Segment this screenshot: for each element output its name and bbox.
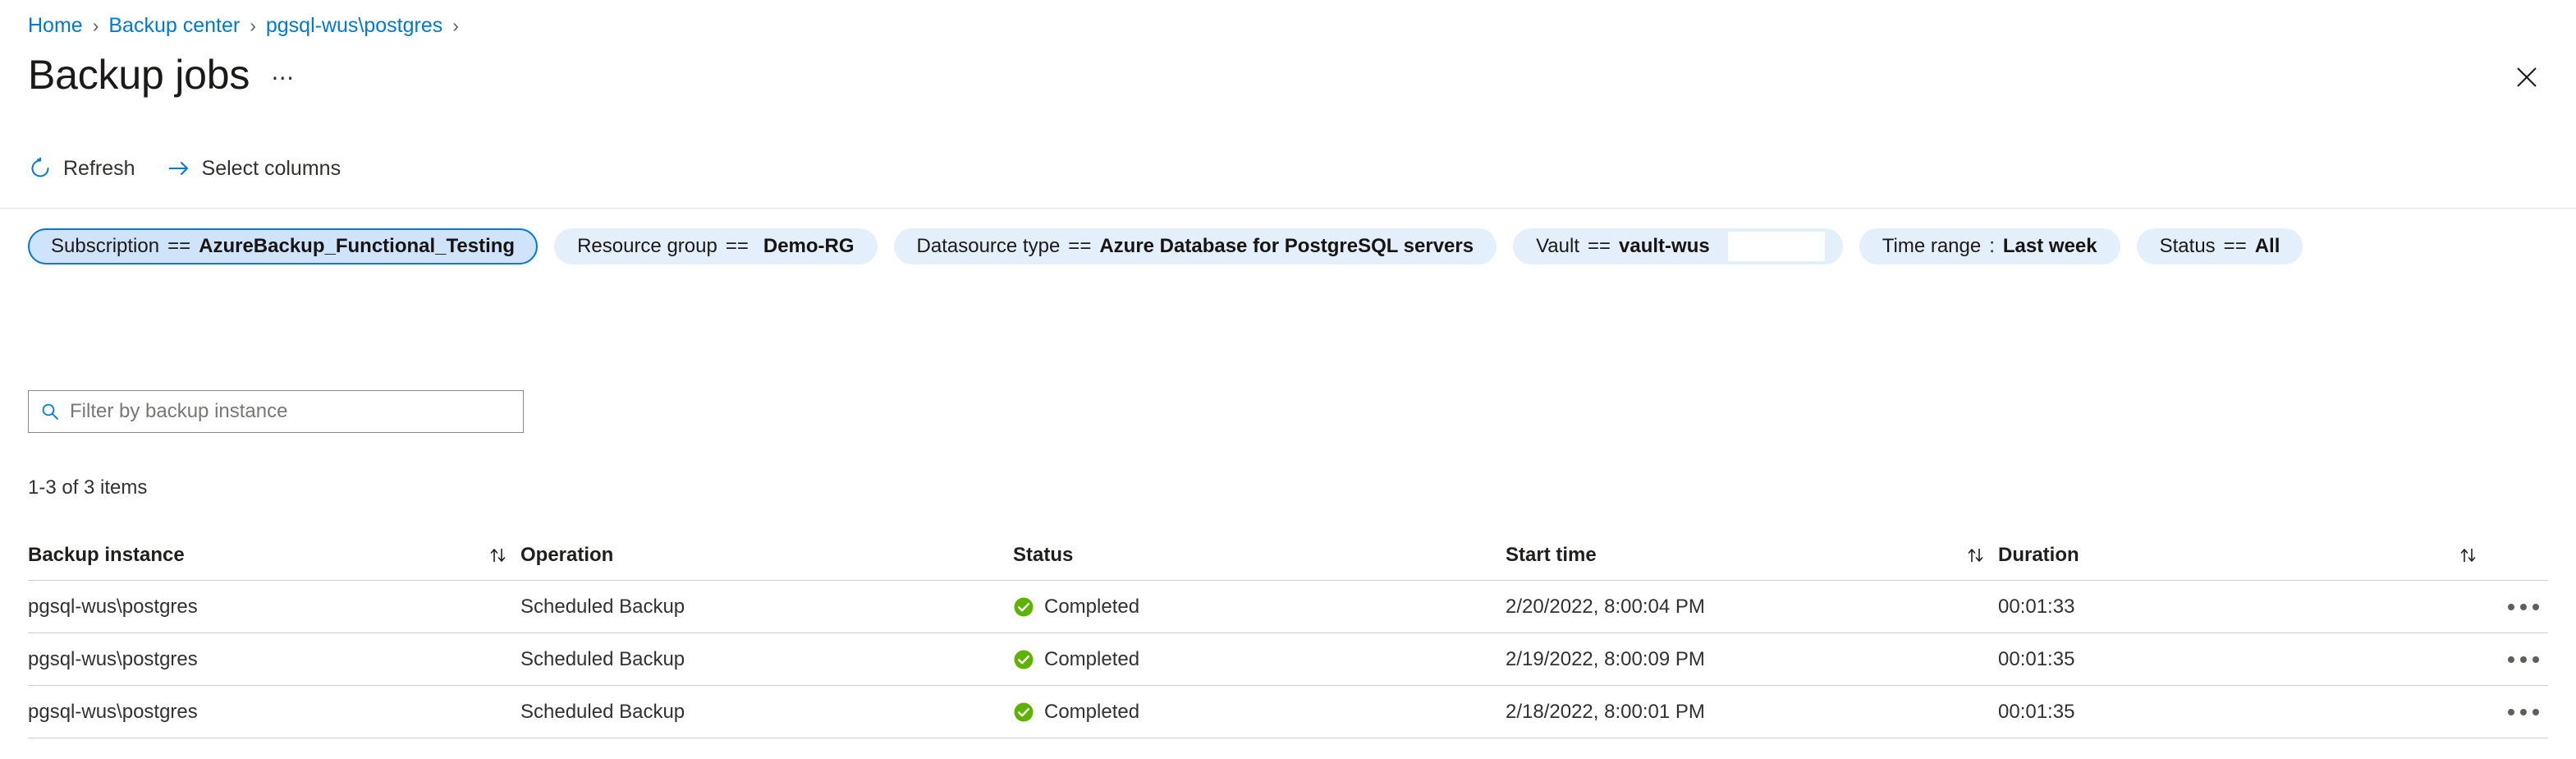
filter-pill-vault[interactable]: Vault == vault-wus [1513, 228, 1843, 264]
page-more-actions-icon[interactable]: ⋯ [271, 64, 296, 91]
cell-operation: Scheduled Backup [520, 595, 685, 618]
filter-key: Time range [1882, 235, 1982, 257]
arrow-right-icon [167, 156, 191, 181]
column-header-duration[interactable]: Duration [1998, 544, 2491, 567]
page-title: Backup jobs [28, 52, 250, 98]
more-actions-icon[interactable] [2499, 643, 2548, 676]
cell-duration: 00:01:35 [1998, 700, 2075, 723]
filter-pill-bar: Subscription == AzureBackup_Functional_T… [28, 228, 2548, 276]
filter-pill-status[interactable]: Status == All [2136, 228, 2303, 264]
refresh-button[interactable]: Refresh [28, 156, 135, 181]
close-button[interactable] [2500, 51, 2553, 104]
breadcrumb-separator: › [250, 15, 256, 36]
close-icon [2517, 67, 2537, 87]
backup-jobs-table: Backup instance Operation Status Start t… [28, 530, 2548, 738]
search-input[interactable] [70, 400, 511, 423]
sort-icon [1965, 545, 1987, 565]
filter-key: Status [2159, 235, 2216, 257]
cell-duration: 00:01:35 [1998, 647, 2075, 670]
search-icon [40, 402, 60, 421]
column-header-backup-instance[interactable]: Backup instance [28, 544, 520, 567]
filter-key: Subscription [51, 235, 160, 257]
redaction-overlay [1727, 232, 1825, 261]
breadcrumb: Home › Backup center › pgsql-wus\postgre… [28, 13, 469, 38]
refresh-label: Refresh [63, 157, 135, 180]
success-check-icon [1013, 596, 1034, 618]
column-label: Backup instance [28, 543, 185, 566]
command-bar-divider [0, 208, 2576, 209]
filter-operator: == [1068, 235, 1092, 257]
more-actions-icon[interactable] [2499, 591, 2548, 623]
filter-key: Datasource type [916, 235, 1061, 257]
column-header-start-time[interactable]: Start time [1506, 544, 1998, 567]
success-check-icon [1013, 702, 1034, 723]
cell-backup-instance: pgsql-wus\postgres [28, 595, 198, 618]
column-label: Start time [1506, 543, 1597, 566]
filter-operator: == [167, 235, 191, 257]
select-columns-label: Select columns [201, 157, 341, 180]
breadcrumb-item-pgsql-wus-postgres[interactable]: pgsql-wus\postgres [266, 13, 442, 38]
filter-pill-subscription[interactable]: Subscription == AzureBackup_Functional_T… [28, 228, 539, 264]
cell-operation: Scheduled Backup [520, 700, 685, 723]
filter-key: Resource group [577, 235, 717, 257]
status-label: Completed [1044, 595, 1140, 618]
filter-operator: : [1989, 235, 1995, 257]
filter-pill-datasource-type[interactable]: Datasource type == Azure Database for Po… [893, 228, 1497, 264]
filter-value: Last week [2002, 235, 2097, 257]
filter-value: All [2254, 235, 2280, 257]
select-columns-button[interactable]: Select columns [167, 156, 341, 181]
breadcrumb-item-home[interactable]: Home [28, 13, 83, 38]
filter-value: Demo-RG [763, 235, 855, 257]
cell-duration: 00:01:33 [1998, 595, 2075, 618]
cell-start-time: 2/19/2022, 8:00:09 PM [1506, 647, 1705, 670]
column-label: Duration [1998, 543, 2079, 566]
cell-backup-instance: pgsql-wus\postgres [28, 700, 198, 723]
cell-actions [2491, 643, 2548, 676]
status-label: Completed [1044, 647, 1140, 670]
column-header-operation[interactable]: Operation [520, 544, 1013, 567]
column-label: Operation [520, 543, 614, 566]
filter-pill-time-range[interactable]: Time range : Last week [1859, 228, 2120, 264]
search-box[interactable] [28, 390, 524, 433]
cell-actions [2491, 591, 2548, 623]
table-row[interactable]: pgsql-wus\postgres Scheduled Backup Comp… [28, 686, 2548, 738]
filter-operator: == [1588, 235, 1611, 257]
results-count: 1-3 of 3 items [28, 476, 148, 499]
table-row[interactable]: pgsql-wus\postgres Scheduled Backup Comp… [28, 581, 2548, 633]
sort-icon [2458, 545, 2479, 565]
cell-start-time: 2/18/2022, 8:00:01 PM [1506, 700, 1705, 723]
cell-status: Completed [1013, 701, 1506, 724]
cell-start-time: 2/20/2022, 8:00:04 PM [1506, 595, 1705, 618]
cell-backup-instance: pgsql-wus\postgres [28, 647, 198, 670]
filter-value: AzureBackup_Functional_Testing [199, 235, 516, 257]
filter-value: vault-wus [1619, 235, 1710, 257]
filter-operator: == [2223, 235, 2247, 257]
filter-pill-resource-group[interactable]: Resource group == Demo-RG [554, 228, 878, 264]
breadcrumb-separator: › [92, 15, 99, 36]
refresh-icon [28, 156, 53, 181]
command-bar: Refresh Select columns [28, 156, 341, 181]
column-header-status[interactable]: Status [1013, 544, 1506, 567]
column-label: Status [1013, 543, 1074, 566]
sort-icon [488, 545, 509, 565]
cell-actions [2491, 696, 2548, 729]
page-header: Backup jobs ⋯ [28, 51, 296, 99]
success-check-icon [1013, 649, 1034, 670]
breadcrumb-item-backup-center[interactable]: Backup center [108, 13, 240, 38]
table-row[interactable]: pgsql-wus\postgres Scheduled Backup Comp… [28, 633, 2548, 686]
filter-operator: == [725, 235, 749, 257]
more-actions-icon[interactable] [2499, 696, 2548, 729]
cell-status: Completed [1013, 596, 1506, 619]
filter-value: Azure Database for PostgreSQL servers [1099, 235, 1474, 257]
status-label: Completed [1044, 700, 1140, 723]
cell-operation: Scheduled Backup [520, 647, 685, 670]
breadcrumb-separator: › [452, 15, 459, 36]
filter-key: Vault [1536, 235, 1579, 257]
table-header-row: Backup instance Operation Status Start t… [28, 530, 2548, 581]
cell-status: Completed [1013, 648, 1506, 671]
